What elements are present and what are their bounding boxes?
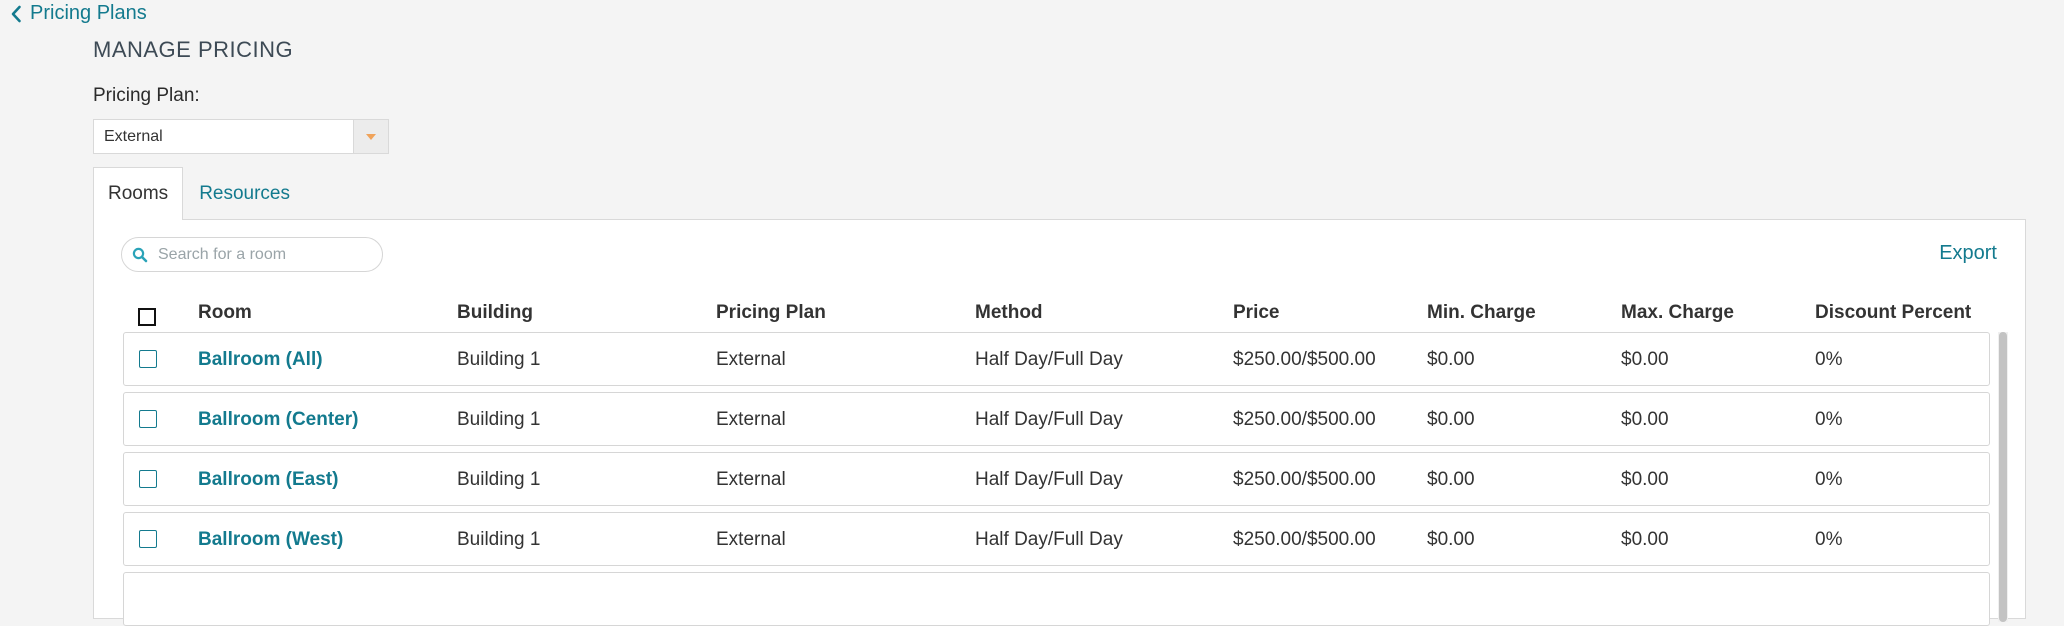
- row-checkbox[interactable]: [139, 470, 157, 488]
- pricing-plan-cell: External: [716, 409, 786, 430]
- discount-cell: 0%: [1815, 529, 1843, 550]
- back-link-label: Pricing Plans: [30, 2, 147, 24]
- pricing-plan-select[interactable]: External: [93, 119, 389, 154]
- table-header: Room Building Pricing Plan Method Price …: [94, 292, 2025, 332]
- dropdown-toggle[interactable]: [353, 120, 388, 153]
- price-cell: $250.00/$500.00: [1233, 349, 1376, 370]
- method-cell: Half Day/Full Day: [975, 469, 1123, 490]
- tab-resources[interactable]: Resources: [183, 168, 304, 220]
- method-cell: Half Day/Full Day: [975, 349, 1123, 370]
- column-header-building: Building: [457, 302, 533, 323]
- max-charge-cell: $0.00: [1621, 349, 1669, 370]
- table-row[interactable]: Ballroom (East) Building 1 External Half…: [123, 452, 1990, 506]
- pricing-plan-label: Pricing Plan:: [93, 85, 200, 106]
- price-cell: $250.00/$500.00: [1233, 469, 1376, 490]
- price-cell: $250.00/$500.00: [1233, 529, 1376, 550]
- min-charge-cell: $0.00: [1427, 349, 1475, 370]
- room-link[interactable]: Ballroom (West): [198, 529, 343, 551]
- room-search[interactable]: [121, 237, 383, 272]
- row-checkbox[interactable]: [139, 530, 157, 548]
- column-header-pricing-plan: Pricing Plan: [716, 302, 826, 323]
- discount-cell: 0%: [1815, 469, 1843, 490]
- min-charge-cell: $0.00: [1427, 409, 1475, 430]
- max-charge-cell: $0.00: [1621, 529, 1669, 550]
- method-cell: Half Day/Full Day: [975, 529, 1123, 550]
- select-all-checkbox[interactable]: [138, 308, 156, 326]
- column-header-discount-percent: Discount Percent: [1815, 302, 1972, 323]
- export-link[interactable]: Export: [1939, 242, 1997, 265]
- back-link-pricing-plans[interactable]: Pricing Plans: [10, 2, 147, 25]
- room-link[interactable]: Ballroom (Center): [198, 409, 358, 431]
- tab-rooms[interactable]: Rooms: [93, 167, 184, 220]
- max-charge-cell: $0.00: [1621, 469, 1669, 490]
- min-charge-cell: $0.00: [1427, 529, 1475, 550]
- min-charge-cell: $0.00: [1427, 469, 1475, 490]
- row-checkbox[interactable]: [139, 410, 157, 428]
- column-header-max-charge: Max. Charge: [1621, 302, 1734, 323]
- pricing-plan-cell: External: [716, 469, 786, 490]
- rooms-panel: Export Room Building Pricing Plan Method…: [93, 219, 2026, 626]
- discount-cell: 0%: [1815, 349, 1843, 370]
- pricing-plan-cell: External: [716, 529, 786, 550]
- building-cell: Building 1: [457, 469, 541, 490]
- page-title: MANAGE PRICING: [93, 37, 294, 62]
- building-cell: Building 1: [457, 529, 541, 550]
- caret-down-icon: [366, 133, 376, 140]
- building-cell: Building 1: [457, 409, 541, 430]
- room-search-input[interactable]: [156, 244, 360, 265]
- method-cell: Half Day/Full Day: [975, 409, 1123, 430]
- table-row[interactable]: [123, 572, 1990, 626]
- table-row[interactable]: Ballroom (West) Building 1 External Half…: [123, 512, 1990, 566]
- column-header-min-charge: Min. Charge: [1427, 302, 1536, 323]
- column-header-method: Method: [975, 302, 1043, 323]
- table-scrollbar[interactable]: [1998, 332, 2008, 622]
- search-icon: [132, 247, 148, 262]
- pricing-plan-selected-value: External: [104, 127, 163, 145]
- table-row[interactable]: Ballroom (All) Building 1 External Half …: [123, 332, 1990, 386]
- room-link[interactable]: Ballroom (All): [198, 349, 323, 371]
- max-charge-cell: $0.00: [1621, 409, 1669, 430]
- chevron-left-icon: [11, 5, 21, 22]
- scrollbar-thumb[interactable]: [1999, 332, 2007, 622]
- room-link[interactable]: Ballroom (East): [198, 469, 338, 491]
- price-cell: $250.00/$500.00: [1233, 409, 1376, 430]
- discount-cell: 0%: [1815, 409, 1843, 430]
- table-row[interactable]: Ballroom (Center) Building 1 External Ha…: [123, 392, 1990, 446]
- pricing-plan-cell: External: [716, 349, 786, 370]
- tab-bar: Rooms Resources: [93, 167, 304, 220]
- column-header-price: Price: [1233, 302, 1280, 323]
- row-checkbox[interactable]: [139, 350, 157, 368]
- column-header-room: Room: [198, 302, 252, 323]
- building-cell: Building 1: [457, 349, 541, 370]
